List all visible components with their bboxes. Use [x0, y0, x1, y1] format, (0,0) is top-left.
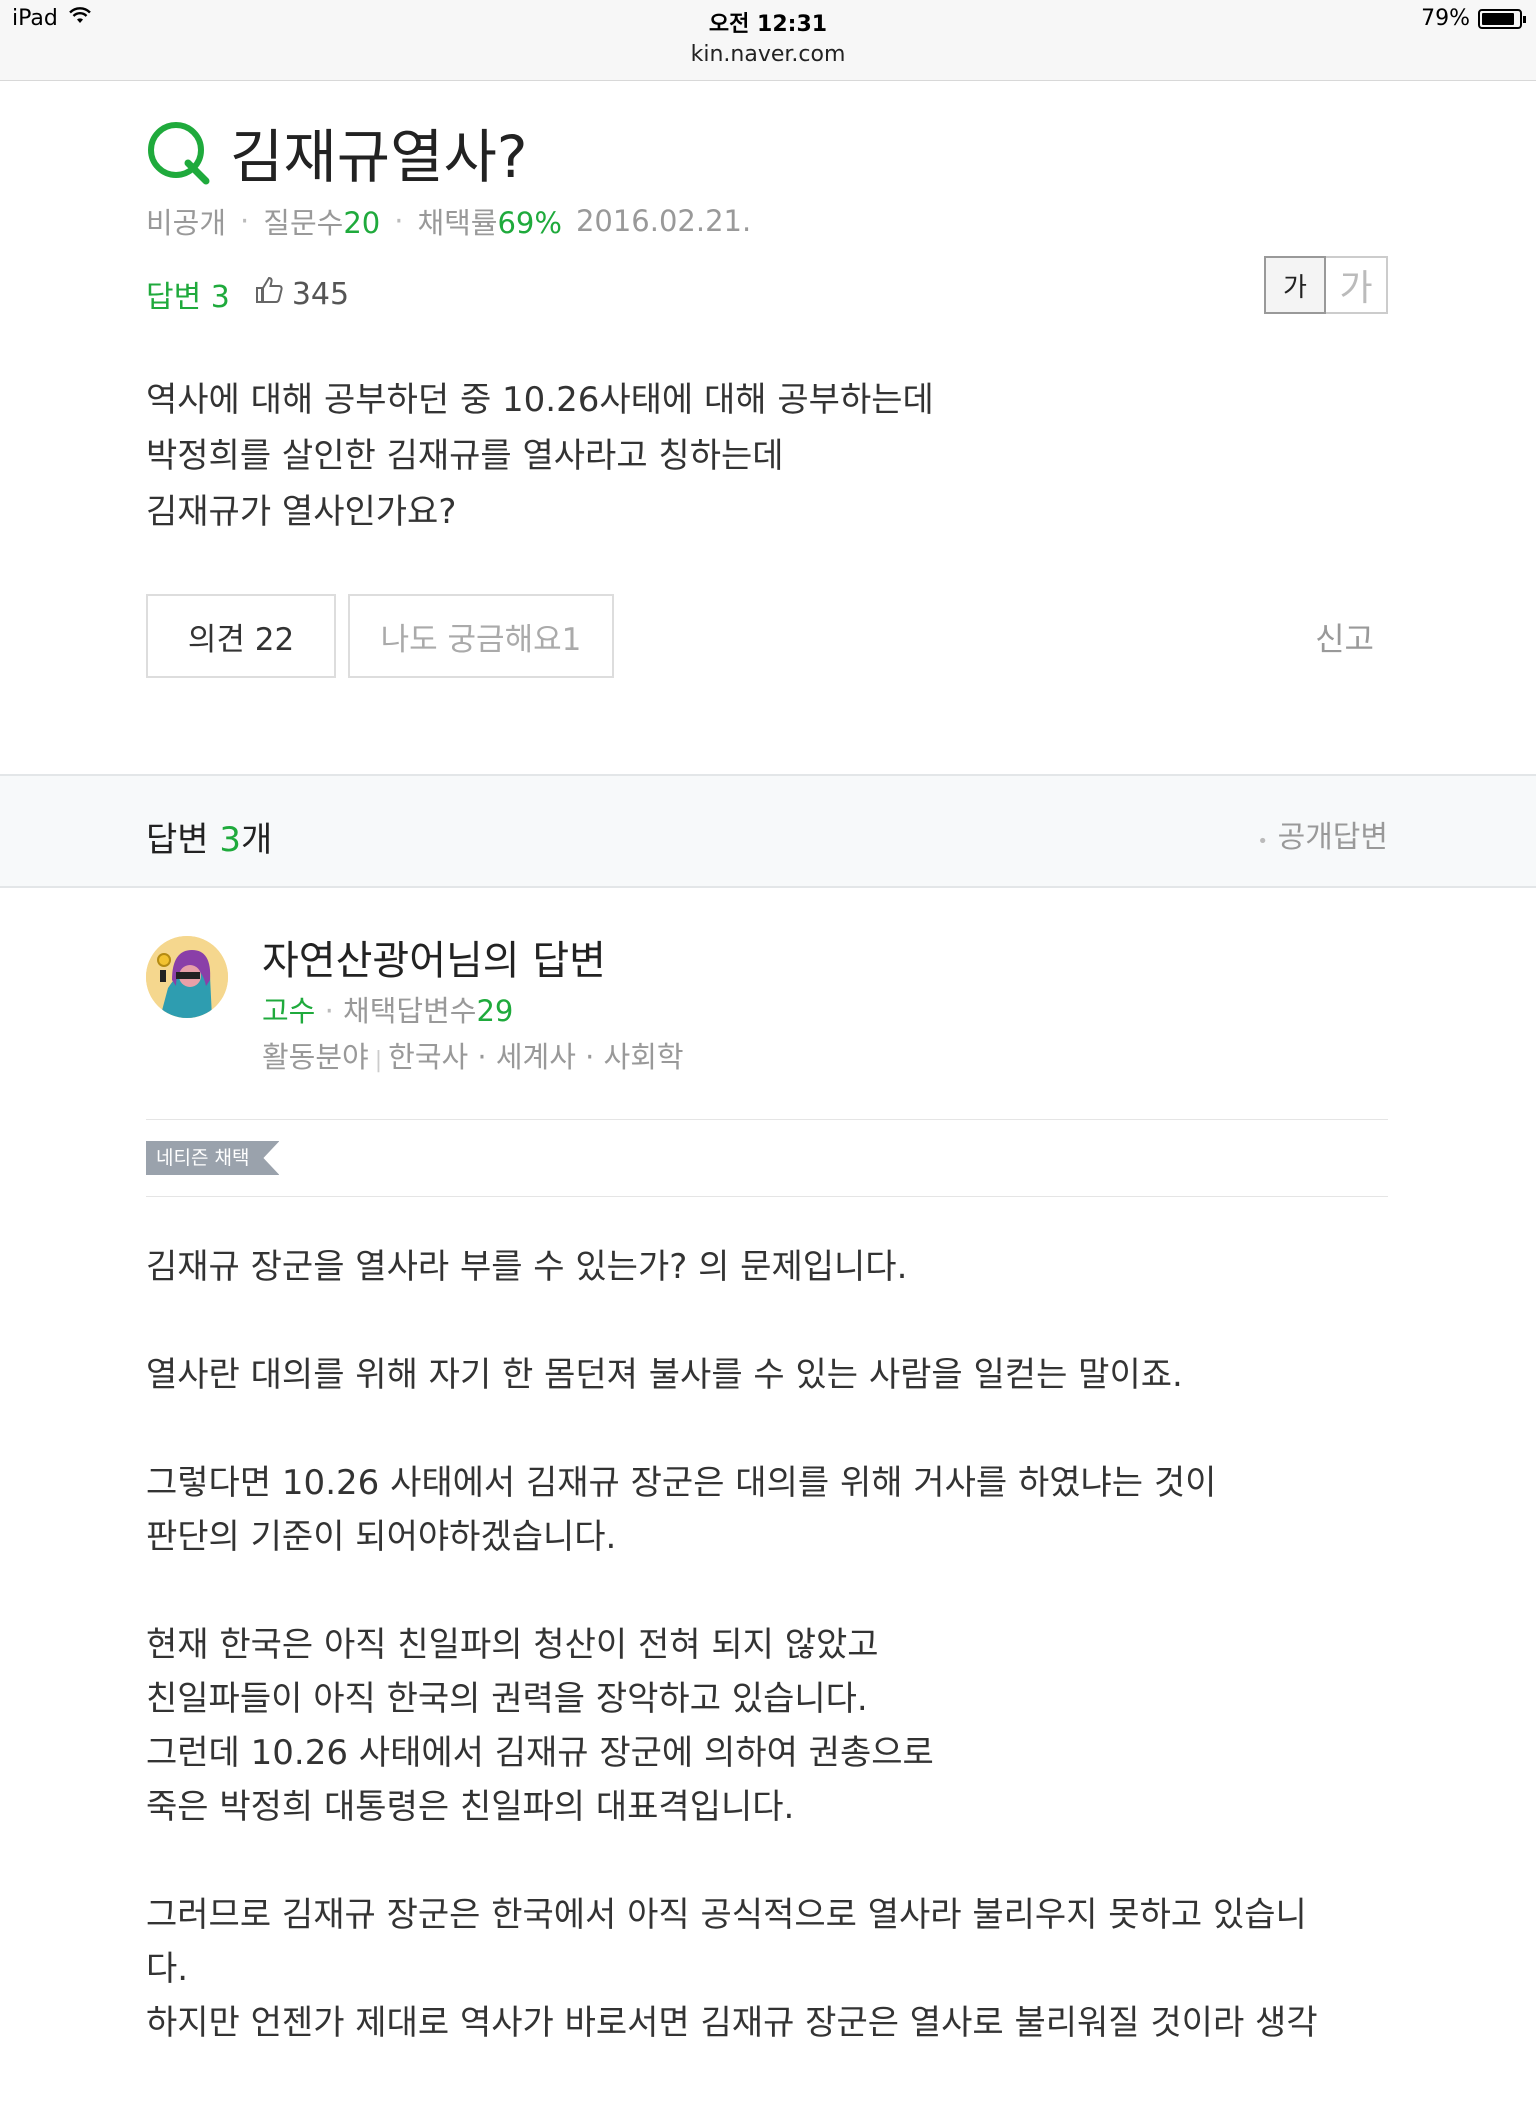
status-time: 오전 12:31	[708, 12, 828, 37]
answers-header: 답변 3개 • 공개답변	[0, 774, 1536, 888]
adopt-rate: 69%	[497, 206, 562, 240]
question-actions: 의견 22 나도 궁금해요1	[146, 594, 614, 678]
answer-paragraph: 열사란 대의를 위해 자기 한 몸던져 불사를 수 있는 사람을 일컫는 말이죠…	[146, 1355, 1183, 1395]
question-body-line: 김재규가 열사인가요?	[146, 492, 457, 532]
question-date: 2016.02.21.	[575, 204, 752, 238]
divider	[146, 1196, 1388, 1197]
question-count-label: 질문수	[263, 206, 344, 240]
public-answer-filter[interactable]: • 공개답변	[1257, 812, 1388, 856]
netizen-choice-badge: 네티즌 채택	[146, 1141, 280, 1175]
adopt-rate-label: 채택률	[417, 206, 498, 240]
field-list: 한국사 · 세계사 · 사회학	[388, 1040, 684, 1074]
field-label: 활동분야	[262, 1040, 369, 1074]
question-stats: 답변 3 345	[146, 272, 349, 316]
like-count: 345	[291, 276, 350, 312]
answer-body: 김재규 장군을 열사라 부를 수 있는가? 의 문제입니다. 열사란 대의를 위…	[146, 1240, 1396, 2104]
question-count: 20	[343, 206, 381, 240]
font-small-button[interactable]: 가	[1264, 256, 1326, 314]
me-too-curious-button[interactable]: 나도 궁금해요1	[348, 594, 614, 678]
question-meta: 비공개 · 질문수20 · 채택률69% 2016.02.21.	[146, 200, 751, 242]
divider	[146, 1119, 1388, 1120]
rank-label: 고수	[262, 994, 316, 1028]
answer-paragraph: 그러므로 김재규 장군은 한국에서 아직 공식적으로 열사라 불리우지 못하고 …	[146, 1895, 1318, 2043]
address-bar-url[interactable]: kin.naver.com	[0, 42, 1536, 67]
adopted-answers-label: 채택답변수	[343, 994, 477, 1028]
bullet-icon: •	[1257, 831, 1269, 852]
answer-paragraph: 현재 한국은 아직 친일파의 청산이 전혀 되지 않았고 친일파들이 아직 한국…	[146, 1625, 934, 1827]
answers-count: 3	[219, 820, 242, 860]
opinion-button[interactable]: 의견 22	[146, 594, 336, 678]
adopted-answers-count: 29	[476, 994, 514, 1028]
status-bar: iPad 오전 12:31 kin.naver.com 79%	[0, 0, 1536, 81]
font-size-toggle: 가 가	[1264, 256, 1388, 314]
answers-link[interactable]: 답변 3	[146, 272, 230, 316]
answerer-fields: 활동분야 | 한국사 · 세계사 · 사회학	[262, 1040, 684, 1074]
question-body: 역사에 대해 공부하던 중 10.26사태에 대해 공부하는데 박정희를 살인한…	[146, 372, 934, 540]
question-title-row: 김재규열사?	[146, 110, 528, 194]
answerer-rank: 고수 · 채택답변수29	[262, 994, 514, 1028]
status-right: 79%	[1421, 6, 1526, 31]
answer-paragraph: 김재규 장군을 열사라 부를 수 있는가? 의 문제입니다.	[146, 1247, 908, 1287]
report-button[interactable]: 신고	[1315, 614, 1374, 660]
q-icon	[146, 119, 212, 185]
answer-paragraph: 그렇다면 10.26 사태에서 김재규 장군은 대의를 위해 거사를 하였냐는 …	[146, 1463, 1217, 1557]
avatar[interactable]	[146, 936, 228, 1018]
question-body-line: 박정희를 살인한 김재규를 열사라고 칭하는데	[146, 436, 784, 476]
question-author: 비공개	[146, 206, 227, 240]
battery-percent: 79%	[1421, 6, 1470, 31]
thumbs-up-icon	[254, 275, 284, 313]
like-button[interactable]: 345	[254, 275, 349, 313]
answers-count-label: 답변 3개	[146, 820, 273, 860]
question-body-line: 역사에 대해 공부하던 중 10.26사태에 대해 공부하는데	[146, 380, 934, 420]
question-title: 김재규열사?	[230, 123, 528, 191]
font-large-button[interactable]: 가	[1326, 256, 1388, 314]
battery-icon	[1478, 8, 1526, 29]
answerer-name[interactable]: 자연산광어님의 답변	[262, 928, 606, 986]
